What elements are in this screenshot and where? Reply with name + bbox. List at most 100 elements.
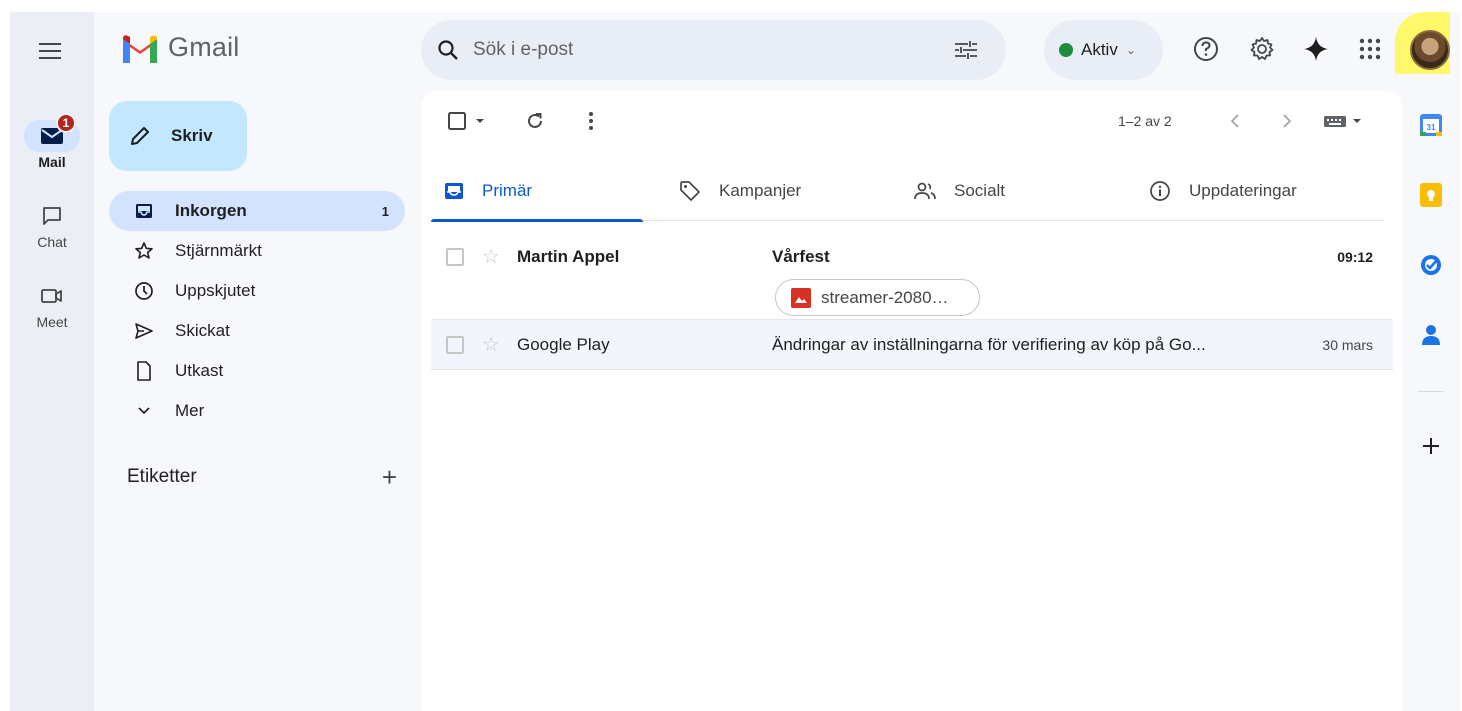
send-icon — [133, 322, 155, 340]
rail-label-chat: Chat — [37, 234, 67, 250]
side-panel: 31 — [1402, 91, 1460, 711]
people-icon — [914, 182, 936, 200]
list-toolbar: 1–2 av 2 — [421, 91, 1402, 151]
tab-label-social: Socialt — [954, 181, 1006, 200]
refresh-icon[interactable] — [519, 105, 551, 137]
nav-item-more[interactable]: Mer — [109, 391, 405, 431]
rail-label-mail: Mail — [38, 154, 66, 170]
prev-page-icon[interactable] — [1221, 105, 1249, 137]
info-icon — [1150, 181, 1170, 201]
star-icon — [133, 241, 155, 261]
rail-item-meet[interactable]: Meet — [10, 280, 94, 330]
nav-item-inbox[interactable]: Inkorgen 1 — [109, 191, 405, 231]
tab-social[interactable]: Socialt — [901, 161, 1005, 221]
attachment-name: streamer-2080… — [821, 287, 949, 307]
draft-document-icon — [133, 361, 155, 381]
attachment-chip[interactable]: streamer-2080… — [775, 279, 980, 316]
tab-primary[interactable]: Primär — [431, 161, 644, 222]
tab-promotions[interactable]: Kampanjer — [666, 161, 801, 221]
account-avatar[interactable] — [1410, 30, 1450, 70]
gmail-app: 1 Mail Chat Meet Gmail Skriv Inkorgen 1 … — [10, 12, 1460, 711]
gemini-sparkle-icon[interactable] — [1299, 32, 1333, 66]
rail-label-meet: Meet — [36, 314, 68, 330]
input-tools-keyboard-icon[interactable] — [1319, 105, 1369, 137]
search-bar[interactable]: Sök i e-post — [421, 20, 1006, 80]
nav-item-sent[interactable]: Skickat — [109, 311, 405, 351]
star-icon[interactable]: ☆ — [482, 247, 500, 267]
inbox-icon — [133, 203, 155, 219]
nav-label-sent: Skickat — [175, 321, 230, 340]
email-row[interactable]: ☆ Google Play Ändringar av inställningar… — [431, 319, 1393, 370]
nav-label-inbox: Inkorgen — [175, 201, 247, 220]
tab-label-primary: Primär — [482, 181, 533, 200]
app-name: Gmail — [168, 32, 240, 62]
contacts-icon[interactable] — [1417, 321, 1445, 349]
calendar-icon[interactable]: 31 — [1417, 111, 1445, 139]
pencil-icon — [131, 127, 149, 145]
keep-notes-icon[interactable] — [1417, 181, 1445, 209]
category-tabs: Primär Kampanjer Socialt Uppdateringar — [431, 161, 1384, 222]
email-checkbox[interactable] — [446, 336, 464, 354]
email-sender: Martin Appel — [517, 247, 620, 266]
tab-label-updates: Uppdateringar — [1189, 181, 1297, 200]
status-dot — [1059, 43, 1073, 57]
mail-list-panel: 1–2 av 2 Primär Kampanjer Socialt Uppdat… — [421, 91, 1402, 711]
image-file-icon — [791, 287, 811, 308]
status-selector[interactable]: Aktiv ⌄ — [1044, 20, 1163, 80]
nav-item-drafts[interactable]: Utkast — [109, 351, 405, 391]
email-time: 30 mars — [1322, 337, 1373, 353]
nav-label-snoozed: Uppskjutet — [175, 281, 256, 300]
add-addon-plus-icon[interactable] — [1417, 432, 1445, 460]
video-camera-icon — [24, 280, 80, 312]
mail-icon: 1 — [24, 113, 80, 152]
email-subject: Ändringar av inställningarna för verifie… — [772, 335, 1206, 354]
more-vert-icon[interactable] — [577, 105, 605, 137]
compose-label: Skriv — [171, 126, 213, 145]
app-rail: 1 Mail Chat Meet — [10, 12, 94, 711]
gmail-m-icon — [123, 34, 157, 63]
search-icon[interactable] — [437, 39, 459, 61]
labels-section-header: Etiketter + — [127, 464, 397, 490]
gmail-logo[interactable]: Gmail — [120, 32, 240, 63]
search-options-tune-icon[interactable] — [940, 24, 992, 76]
search-input[interactable]: Sök i e-post — [473, 39, 940, 61]
nav-label-starred: Stjärnmärkt — [175, 241, 262, 260]
compose-button[interactable]: Skriv — [109, 101, 247, 171]
rail-item-mail[interactable]: 1 Mail — [10, 113, 94, 170]
tab-updates[interactable]: Uppdateringar — [1136, 161, 1297, 221]
clock-icon — [133, 281, 155, 301]
main-menu-icon[interactable] — [33, 34, 67, 68]
email-subject: Vårfest — [772, 247, 830, 266]
inbox-icon — [445, 183, 463, 199]
apps-grid-icon[interactable] — [1353, 32, 1387, 66]
nav-label-drafts: Utkast — [175, 361, 224, 380]
rail-item-chat[interactable]: Chat — [10, 200, 94, 250]
inbox-count: 1 — [381, 203, 389, 219]
create-label-plus-icon[interactable]: + — [382, 464, 397, 490]
tab-label-promotions: Kampanjer — [719, 181, 802, 200]
help-icon[interactable] — [1189, 32, 1223, 66]
nav-item-snoozed[interactable]: Uppskjutet — [109, 271, 405, 311]
select-all-checkbox[interactable] — [445, 105, 493, 137]
pagination-text: 1–2 av 2 — [1118, 113, 1172, 129]
email-time: 09:12 — [1337, 249, 1373, 265]
email-row[interactable]: ☆ Martin Appel Vårfest 09:12 streamer-20… — [431, 223, 1393, 319]
unread-badge: 1 — [56, 113, 76, 133]
email-checkbox[interactable] — [446, 248, 464, 266]
labels-title: Etiketter — [127, 466, 197, 487]
side-panel-divider — [1418, 391, 1444, 392]
nav-item-starred[interactable]: Stjärnmärkt — [109, 231, 405, 271]
star-icon[interactable]: ☆ — [482, 335, 500, 355]
tasks-icon[interactable] — [1417, 251, 1445, 279]
svg-text:31: 31 — [1427, 123, 1436, 132]
settings-gear-icon[interactable] — [1245, 32, 1279, 66]
tag-icon — [680, 181, 700, 201]
nav-label-more: Mer — [175, 401, 205, 420]
email-sender: Google Play — [517, 335, 610, 354]
next-page-icon[interactable] — [1273, 105, 1301, 137]
folder-nav: Inkorgen 1 Stjärnmärkt Uppskjutet Skicka… — [109, 191, 405, 431]
chevron-down-icon: ⌄ — [1125, 43, 1136, 57]
status-label: Aktiv — [1081, 40, 1118, 59]
chevron-down-icon — [133, 406, 155, 416]
chat-icon — [24, 200, 80, 232]
